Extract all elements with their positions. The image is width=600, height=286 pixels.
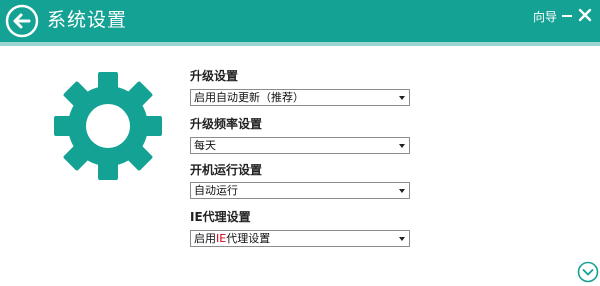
chevron-down-circle-icon[interactable] bbox=[577, 261, 599, 283]
startup-setting-label: 开机运行设置 bbox=[190, 163, 263, 177]
dropdown-arrow-icon bbox=[399, 237, 405, 241]
gear-icon bbox=[54, 72, 162, 180]
title-bar-divider bbox=[0, 42, 600, 46]
startup-setting-select[interactable]: 自动运行 bbox=[190, 182, 410, 199]
minimize-icon[interactable] bbox=[560, 9, 574, 23]
startup-setting-value: 自动运行 bbox=[194, 184, 238, 197]
ie-proxy-value-prefix: 启用 bbox=[194, 232, 216, 245]
wizard-link[interactable]: 向导 bbox=[533, 9, 557, 25]
upgrade-setting-label: 升级设置 bbox=[190, 69, 239, 83]
window-title: 系统设置 bbox=[47, 9, 128, 31]
ie-proxy-setting-value: 启用IE代理设置 bbox=[194, 231, 270, 246]
dropdown-arrow-icon bbox=[399, 189, 405, 193]
frequency-setting-select[interactable]: 每天 bbox=[190, 137, 410, 154]
close-icon[interactable] bbox=[578, 8, 592, 22]
ie-proxy-value-ie: IE bbox=[216, 232, 227, 245]
ie-proxy-setting-select[interactable]: 启用IE代理设置 bbox=[190, 230, 410, 247]
frequency-setting-value: 每天 bbox=[194, 139, 216, 152]
frequency-setting-label: 升级频率设置 bbox=[190, 117, 263, 131]
dropdown-arrow-icon bbox=[399, 144, 405, 148]
title-bar: 系统设置 向导 bbox=[0, 0, 600, 42]
dropdown-arrow-icon bbox=[399, 96, 405, 100]
upgrade-setting-select[interactable]: 启用自动更新（推荐） bbox=[190, 89, 410, 106]
ie-proxy-value-suffix: 代理设置 bbox=[226, 232, 271, 245]
upgrade-setting-value: 启用自动更新（推荐） bbox=[194, 91, 304, 104]
ie-proxy-setting-label: IE代理设置 bbox=[190, 210, 251, 224]
back-arrow-icon[interactable] bbox=[5, 4, 39, 38]
